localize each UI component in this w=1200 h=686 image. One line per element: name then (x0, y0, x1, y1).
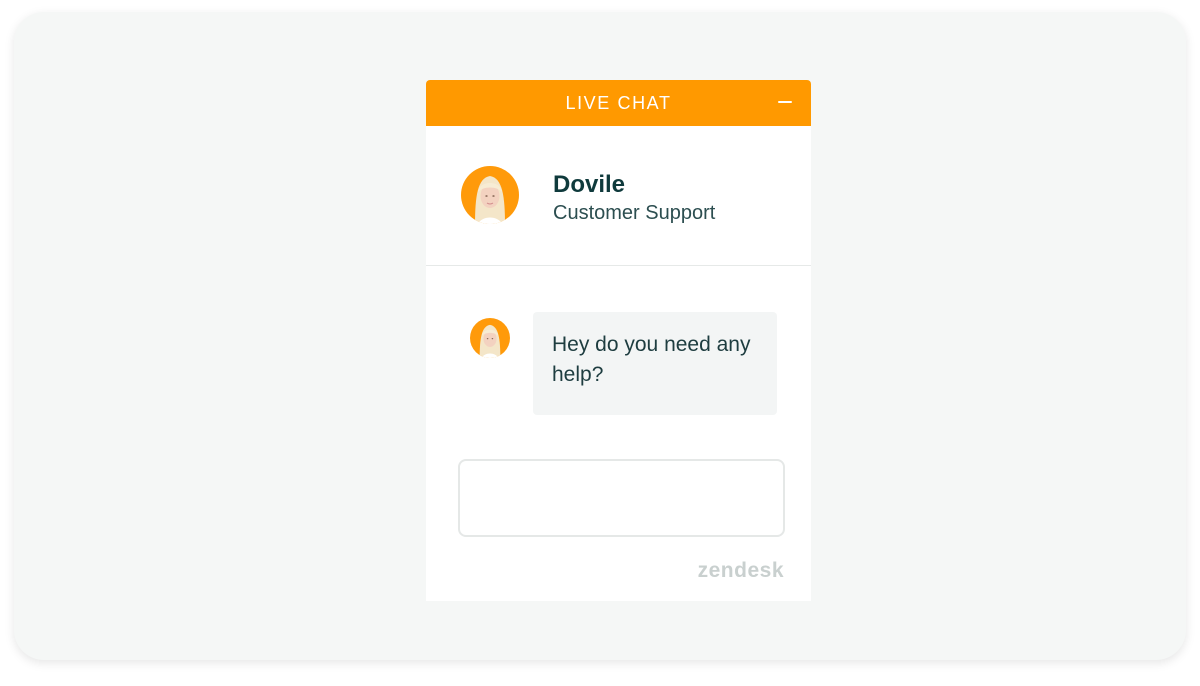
agent-info: Dovile Customer Support (426, 126, 811, 266)
agent-name: Dovile (553, 171, 626, 198)
agent-role: Customer Support (553, 202, 716, 224)
chat-title: LIVE CHAT (565, 92, 672, 113)
zendesk-logo[interactable]: zendesk (698, 559, 784, 583)
minimize-icon[interactable] (775, 92, 795, 112)
message-input[interactable] (458, 459, 785, 537)
live-chat-widget: LIVE CHAT Dovile Customer Support Hey do… (426, 80, 811, 601)
message-avatar-icon (470, 318, 510, 358)
page-background: LIVE CHAT Dovile Customer Support Hey do… (14, 12, 1186, 660)
message-bubble: Hey do you need any help? (533, 312, 777, 415)
chat-header[interactable]: LIVE CHAT (426, 80, 811, 126)
agent-avatar-icon (461, 166, 519, 224)
